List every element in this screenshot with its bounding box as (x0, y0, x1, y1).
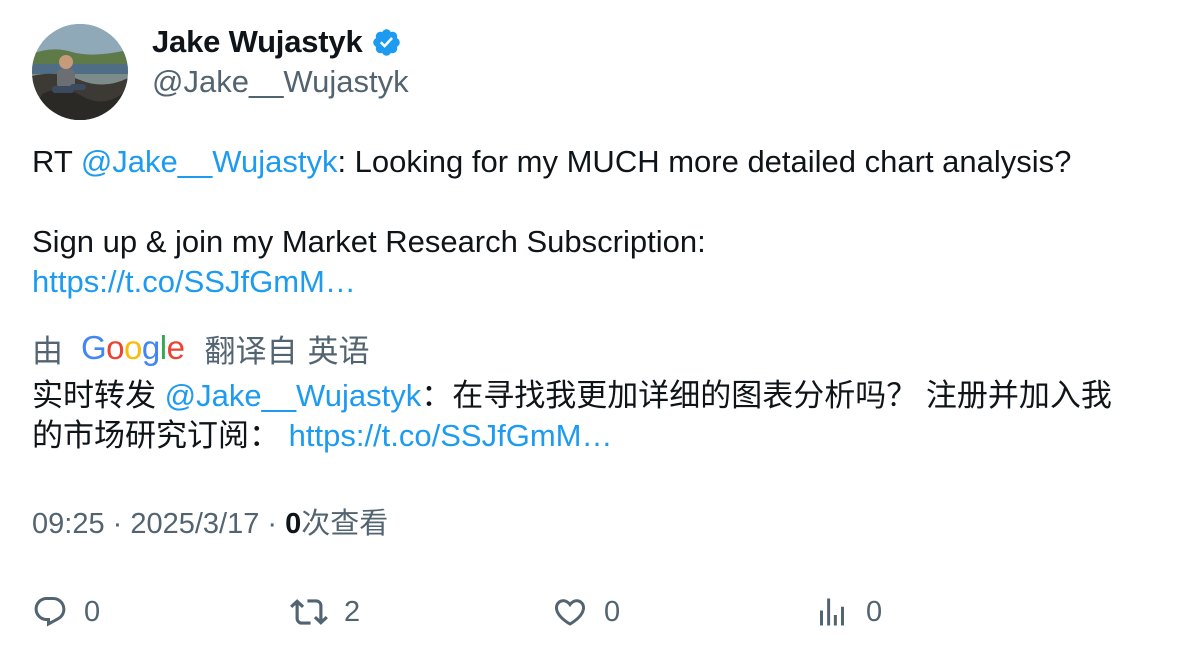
tweet-link-line: https://t.co/SSJfGmM… (32, 262, 356, 302)
views-action-count: 0 (866, 595, 883, 628)
tweet-meta: 09:25 · 2025/3/17 · 0次查看 (32, 504, 388, 544)
reply-button[interactable]: 0 (32, 590, 100, 634)
url-link[interactable]: https://t.co/SSJfGmM… (32, 264, 356, 299)
retweet-count: 2 (344, 595, 361, 628)
tweet-text: : Looking for my MUCH more detailed char… (337, 144, 1072, 179)
author-display-name[interactable]: Jake Wujastyk (152, 24, 363, 60)
reply-icon (32, 594, 68, 630)
translated-text-line: 实时转发 @Jake__Wujastyk：在寻找我更加详细的图表分析吗？ 注册并… (32, 376, 1112, 416)
verified-badge-icon (371, 27, 402, 58)
like-button[interactable]: 0 (552, 590, 620, 634)
tweet-card: Jake Wujastyk @Jake__Wujastyk RT @Jake__… (0, 0, 1196, 658)
mention-link[interactable]: @Jake__Wujastyk (165, 378, 422, 413)
analytics-icon (814, 594, 850, 630)
tweet-text-line: RT @Jake__Wujastyk: Looking for my MUCH … (32, 142, 1071, 182)
tweet-time[interactable]: 09:25 (32, 508, 105, 540)
translated-text: ：在寻找我更加详细的图表分析吗？ 注册并加入我 (421, 378, 1112, 413)
like-count: 0 (604, 595, 621, 628)
retweet-icon (290, 593, 328, 631)
retweet-prefix: RT (32, 144, 81, 179)
tweet-text-line: Sign up & join my Market Research Subscr… (32, 224, 706, 259)
meta-separator: · (104, 508, 131, 540)
translated-text-line: 的市场研究订阅： https://t.co/SSJfGmM… (32, 416, 612, 456)
google-logo: Google (81, 329, 185, 366)
views-count: 0 (285, 508, 302, 540)
tweet-date[interactable]: 2025/3/17 (130, 508, 259, 540)
translated-text: 的市场研究订阅： (32, 418, 289, 453)
translated-by-label: 由 (32, 333, 63, 369)
reply-count: 0 (84, 595, 101, 628)
meta-separator: · (259, 508, 286, 540)
url-link[interactable]: https://t.co/SSJfGmM… (289, 418, 613, 453)
author-name-row[interactable]: Jake Wujastyk (152, 22, 402, 62)
mention-link[interactable]: @Jake__Wujastyk (81, 144, 338, 179)
views-label: 次查看 (301, 508, 389, 540)
translated-from-label: 翻译自 (204, 333, 298, 369)
avatar[interactable] (32, 24, 128, 120)
translation-attribution: 由 Google 翻译自 英语 (32, 328, 370, 369)
translated-prefix: 实时转发 (32, 378, 165, 413)
action-bar: 0 2 0 0 (0, 590, 1196, 634)
views-button[interactable]: 0 (814, 590, 882, 634)
retweet-button[interactable]: 2 (290, 590, 360, 634)
author-handle[interactable]: @Jake__Wujastyk (152, 64, 409, 100)
source-language: 英语 (307, 333, 370, 369)
heart-icon (552, 594, 588, 630)
